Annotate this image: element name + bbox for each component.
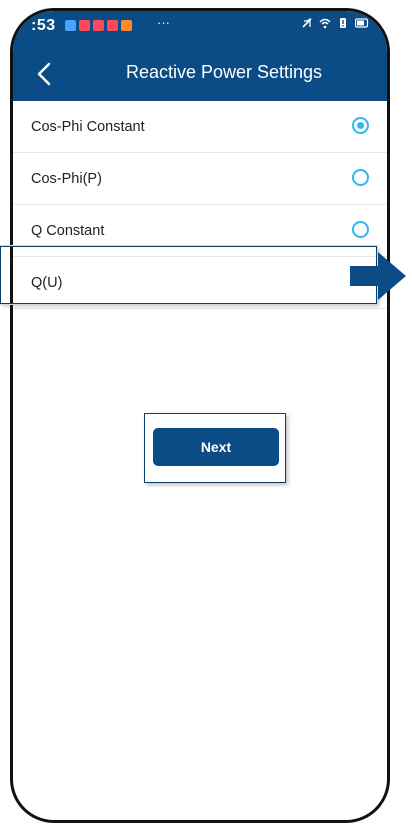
option-cos-phi-p[interactable]: Cos-Phi(P) bbox=[13, 153, 387, 205]
next-button-highlight: Next bbox=[144, 413, 286, 483]
page-title: Reactive Power Settings bbox=[125, 62, 323, 82]
notification-icon bbox=[93, 20, 104, 31]
radio-unselected[interactable] bbox=[352, 169, 369, 186]
status-right bbox=[301, 17, 369, 29]
option-q-u[interactable]: Q(U) bbox=[13, 257, 387, 309]
notification-icon bbox=[107, 20, 118, 31]
option-cos-phi-constant[interactable]: Cos-Phi Constant bbox=[13, 101, 387, 153]
status-bar: :53 ··· bbox=[13, 11, 387, 47]
next-button[interactable]: Next bbox=[153, 428, 279, 466]
option-q-constant[interactable]: Q Constant bbox=[13, 205, 387, 257]
radio-selected[interactable] bbox=[352, 117, 369, 134]
notification-icon bbox=[65, 20, 76, 31]
option-label: Cos-Phi(P) bbox=[31, 170, 102, 187]
option-label: Q Constant bbox=[31, 222, 105, 239]
notification-icon bbox=[121, 20, 132, 31]
annotation-arrow-icon bbox=[350, 252, 406, 300]
option-label: Q(U) bbox=[31, 274, 63, 291]
notification-icons bbox=[65, 20, 132, 31]
mute-icon bbox=[302, 17, 312, 28]
notification-icon bbox=[79, 20, 90, 31]
option-label: Cos-Phi Constant bbox=[31, 118, 145, 135]
status-time: :53 bbox=[31, 17, 56, 34]
phone-frame: :53 ··· Reactive Power Settings Cos-Phi … bbox=[10, 8, 390, 823]
wifi-icon bbox=[319, 18, 331, 29]
option-list: Cos-Phi Constant Cos-Phi(P) Q Constant Q… bbox=[13, 101, 387, 309]
more-notifications-icon: ··· bbox=[157, 15, 170, 30]
app-bar: Reactive Power Settings bbox=[13, 47, 387, 101]
alert-icon bbox=[340, 18, 346, 28]
battery-icon bbox=[355, 18, 369, 28]
radio-unselected[interactable] bbox=[352, 221, 369, 238]
